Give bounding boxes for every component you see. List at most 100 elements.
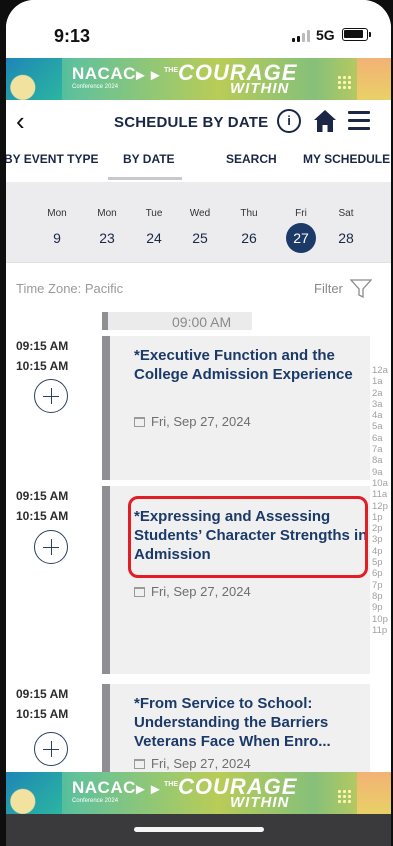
signal-icon — [292, 30, 312, 42]
filter-button[interactable]: Filter — [314, 281, 343, 296]
hour-index-item[interactable]: 3p — [372, 534, 391, 545]
home-icon[interactable] — [312, 108, 338, 134]
banner-subtitle: Conference 2024 — [72, 84, 119, 90]
back-button[interactable]: ‹ — [16, 106, 25, 136]
banner-org: NACAC — [72, 778, 136, 797]
status-time: 9:13 — [54, 26, 91, 46]
conference-banner-top[interactable]: NACAC Conference 2024 ►► THE COURAGE WIT… — [6, 58, 391, 100]
banner-art-right — [357, 58, 391, 100]
system-bottom-bar — [6, 814, 391, 846]
add-to-schedule-button[interactable] — [34, 530, 68, 564]
active-tab-indicator — [108, 177, 182, 180]
hour-index-item[interactable]: 6a — [372, 433, 391, 444]
conference-banner-bottom[interactable]: NACAC Conference 2024 ►► THE COURAGE WIT… — [6, 772, 391, 814]
hour-index-item[interactable]: 11a — [372, 489, 391, 500]
hour-index[interactable]: 12a 1a 2a 3a 4a 5a 6a 7a 8a 9a 10a 11a 1… — [372, 365, 391, 636]
calendar-icon — [134, 759, 145, 769]
hour-index-item[interactable]: 9p — [372, 602, 391, 613]
session-times: 09:15 AM 10:15 AM — [16, 684, 68, 724]
banner-the: THE — [164, 781, 178, 788]
app-header: ‹ SCHEDULE BY DATE i — [6, 100, 391, 144]
calendar-icon — [134, 587, 145, 597]
session-end: 10:15 AM — [16, 359, 69, 373]
hour-index-item[interactable]: 7p — [372, 580, 391, 591]
hour-index-item[interactable]: 6p — [372, 568, 391, 579]
banner-org: NACAC — [72, 64, 136, 83]
day-sat-28[interactable]: Sat 28 — [326, 208, 366, 253]
phone-screen: 9:13 5G NACAC Conference 2024 ►► THE COU… — [6, 0, 391, 846]
tab-search[interactable]: SEARCH — [226, 152, 277, 166]
time-slot-header: 09:00 AM — [102, 312, 252, 330]
day-thu-26[interactable]: Thu 26 — [229, 208, 269, 253]
session-times: 09:15 AM 10:15 AM — [16, 336, 68, 376]
banner-arrow-icon: ►► — [133, 781, 163, 798]
tab-by-date[interactable]: BY DATE — [123, 152, 175, 166]
banner-art-right — [357, 772, 391, 814]
banner-title-line2: WITHIN — [230, 794, 290, 811]
hour-index-item[interactable]: 9a — [372, 467, 391, 478]
add-to-schedule-button[interactable] — [34, 732, 68, 766]
calendar-icon — [134, 417, 145, 427]
banner-dots-icon — [337, 75, 351, 89]
banner-the: THE — [164, 67, 178, 74]
info-button[interactable]: i — [277, 109, 301, 133]
view-tabs: BY EVENT TYPE BY DATE SEARCH MY SCHEDULE — [6, 144, 391, 182]
menu-icon[interactable] — [348, 110, 370, 130]
tab-by-event-type[interactable]: BY EVENT TYPE — [6, 152, 98, 166]
session-start: 09:15 AM — [16, 687, 69, 701]
hour-index-item[interactable]: 5a — [372, 421, 391, 432]
network-type: 5G — [316, 27, 335, 43]
filter-icon[interactable] — [350, 277, 372, 299]
hour-index-item[interactable]: 5p — [372, 557, 391, 568]
banner-subtitle: Conference 2024 — [72, 798, 119, 804]
banner-dots-icon — [337, 789, 351, 803]
highlight-annotation — [128, 496, 368, 578]
session-times: 09:15 AM 10:15 AM — [16, 486, 68, 526]
hour-index-item[interactable]: 10p — [372, 614, 391, 625]
session-end: 10:15 AM — [16, 509, 69, 523]
session-start: 09:15 AM — [16, 489, 69, 503]
session-date: Fri, Sep 27, 2024 — [134, 584, 251, 599]
time-slot-label: 09:00 AM — [172, 314, 232, 330]
day-wed-25[interactable]: Wed 25 — [180, 208, 220, 253]
day-tue-24[interactable]: Tue 24 — [134, 208, 174, 253]
session-list[interactable]: 09:00 AM 09:15 AM 10:15 AM *Executive Fu… — [6, 312, 391, 772]
hour-index-item[interactable]: 1p — [372, 512, 391, 523]
banner-art-left — [6, 58, 62, 100]
banner-title-line2: WITHIN — [230, 80, 290, 97]
hour-index-item[interactable]: 3a — [372, 399, 391, 410]
session-card[interactable]: *Executive Function and the College Admi… — [102, 336, 370, 480]
day-mon-23[interactable]: Mon 23 — [87, 208, 127, 253]
session-date: Fri, Sep 27, 2024 — [134, 414, 251, 429]
session-card[interactable]: *From Service to School: Understanding t… — [102, 684, 370, 772]
date-strip: Mon 9 Mon 23 Tue 24 Wed 25 Thu 26 Fri 27 Sat 28 — [6, 182, 391, 262]
day-mon-9[interactable]: Mon 9 — [37, 208, 77, 253]
hour-index-item[interactable]: 2a — [372, 388, 391, 399]
hour-index-item[interactable]: 2p — [372, 523, 391, 534]
session-end: 10:15 AM — [16, 707, 69, 721]
hour-index-item[interactable]: 11p — [372, 625, 391, 636]
banner-arrow-icon: ►► — [133, 67, 163, 84]
hour-index-item[interactable]: 4p — [372, 546, 391, 557]
home-indicator[interactable] — [134, 827, 264, 832]
hour-index-item[interactable]: 10a — [372, 478, 391, 489]
day-fri-27[interactable]: Fri 27 — [281, 208, 321, 253]
session-date: Fri, Sep 27, 2024 — [134, 756, 251, 771]
hour-index-item[interactable]: 4a — [372, 410, 391, 421]
status-bar: 9:13 5G — [6, 0, 391, 58]
hour-index-item[interactable]: 1a — [372, 376, 391, 387]
banner-art-left — [6, 772, 62, 814]
hour-index-item[interactable]: 12p — [372, 501, 391, 512]
add-to-schedule-button[interactable] — [34, 379, 68, 413]
hour-index-item[interactable]: 8a — [372, 455, 391, 466]
hour-index-item[interactable]: 8p — [372, 591, 391, 602]
timezone-label: Time Zone: Pacific — [16, 281, 124, 296]
session-title[interactable]: *From Service to School: Understanding t… — [134, 694, 370, 751]
session-title[interactable]: *Executive Function and the College Admi… — [134, 346, 370, 384]
tab-my-schedule[interactable]: MY SCHEDULE — [303, 152, 390, 166]
page-title: SCHEDULE BY DATE — [114, 114, 269, 131]
hour-index-item[interactable]: 12a — [372, 365, 391, 376]
hour-index-item[interactable]: 7a — [372, 444, 391, 455]
battery-icon — [342, 28, 371, 41]
timezone-row: Time Zone: Pacific Filter — [6, 262, 391, 312]
